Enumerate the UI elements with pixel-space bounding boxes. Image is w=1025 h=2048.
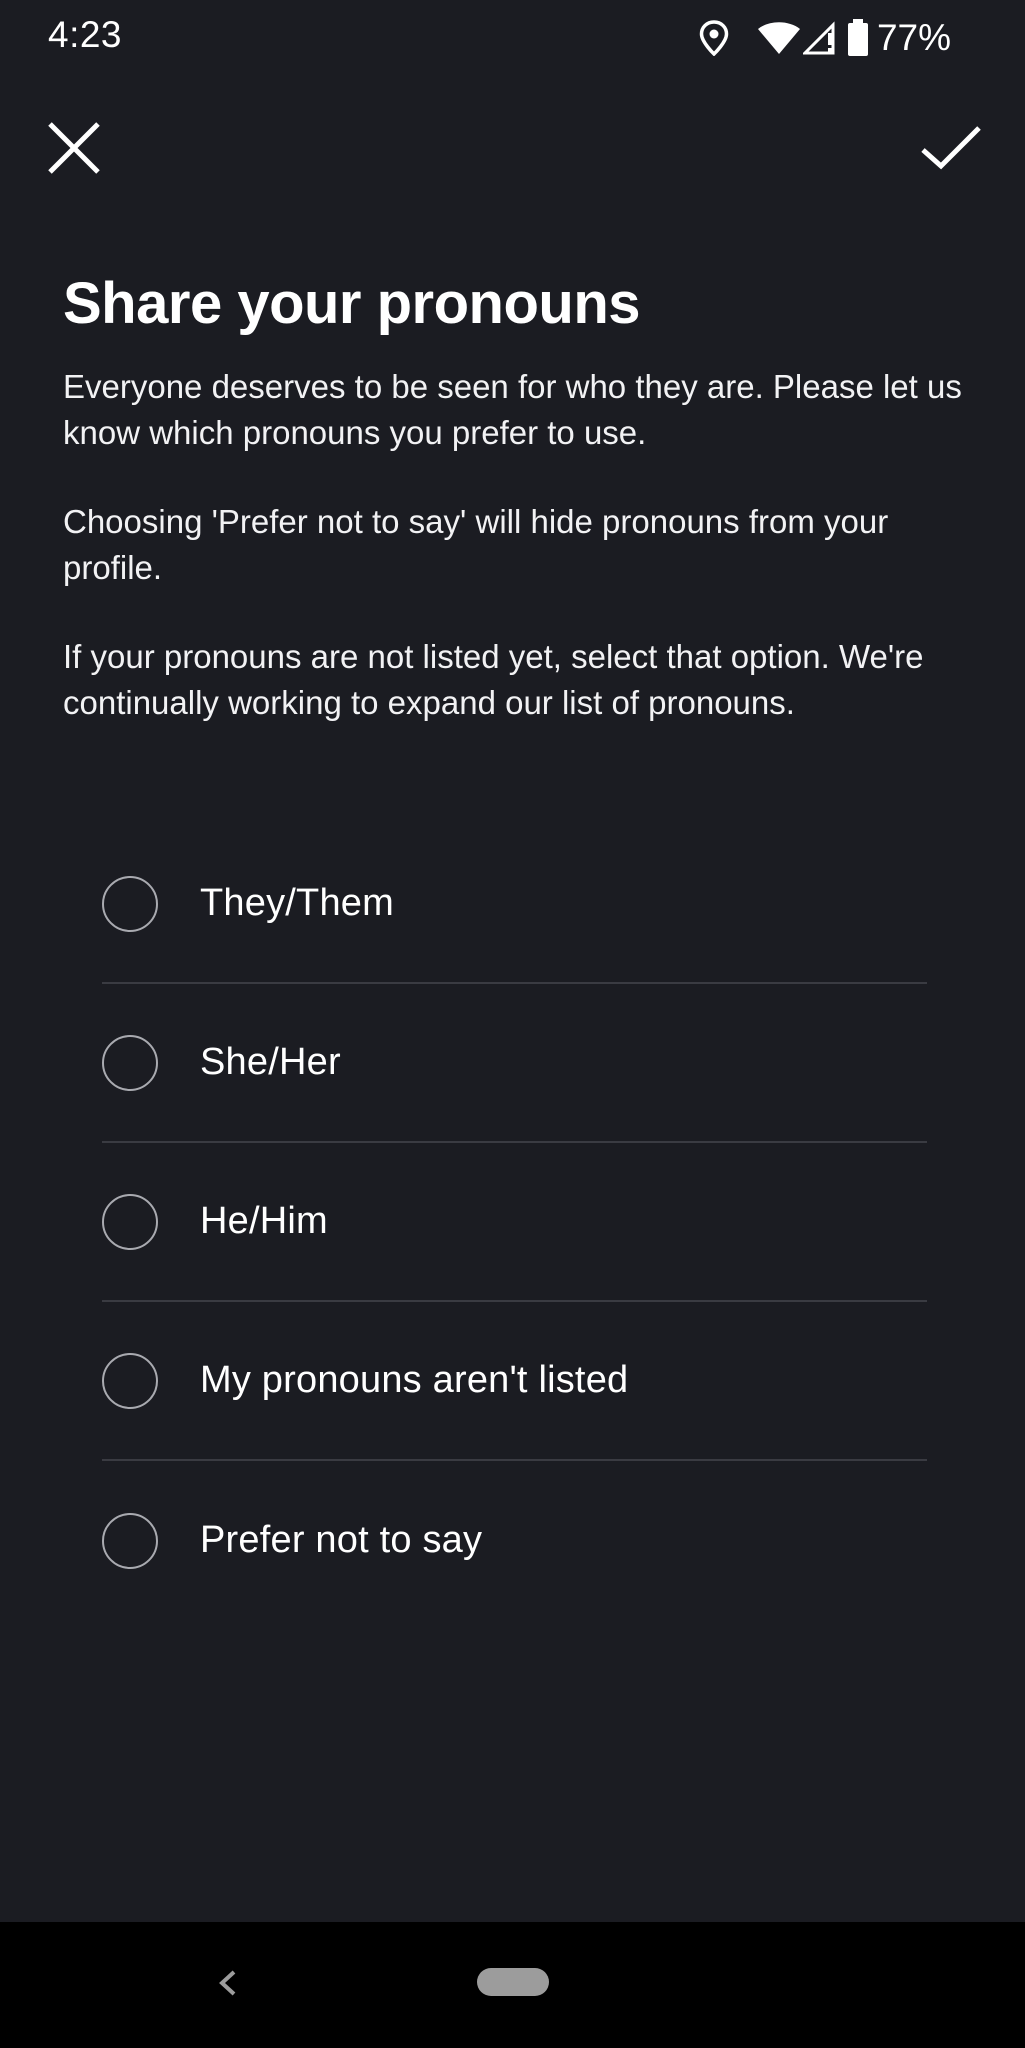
option-he-him[interactable]: He/Him	[102, 1143, 927, 1302]
radio-button[interactable]	[102, 1512, 158, 1569]
option-she-her[interactable]: She/Her	[102, 984, 927, 1143]
back-chevron-icon	[219, 1970, 236, 1996]
radio-button[interactable]	[102, 1352, 158, 1409]
back-button[interactable]	[214, 1958, 244, 2008]
prefer-not-paragraph: Choosing 'Prefer not to say' will hide p…	[63, 503, 889, 586]
option-label: She/Her	[200, 1041, 341, 1083]
option-label: He/Him	[200, 1200, 328, 1242]
radio-button[interactable]	[102, 875, 158, 932]
option-label: They/Them	[200, 882, 394, 924]
location-icon	[699, 20, 729, 56]
page-title: Share your pronouns	[63, 271, 641, 336]
status-time: 4:23	[48, 14, 123, 55]
status-bar: 4:23 77%	[0, 0, 1025, 76]
option-not-listed[interactable]: My pronouns aren't listed	[102, 1302, 927, 1461]
radio-button[interactable]	[102, 1193, 158, 1250]
option-they-them[interactable]: They/Them	[102, 825, 927, 984]
pronouns-screen: 4:23 77% Share your pronouns Everyone de…	[0, 0, 1025, 2048]
not-listed-paragraph: If your pronouns are not listed yet, sel…	[63, 638, 924, 721]
check-icon	[921, 126, 981, 170]
intro-paragraph: Everyone deserves to be seen for who the…	[63, 368, 962, 451]
battery-percent: 77%	[876, 17, 951, 58]
home-handle[interactable]	[477, 1968, 549, 1996]
close-icon	[48, 122, 100, 174]
navigation-bar	[0, 1922, 1025, 2048]
status-icons: 77%	[699, 16, 951, 60]
option-label: Prefer not to say	[200, 1519, 483, 1561]
option-prefer-not-to-say[interactable]: Prefer not to say	[102, 1461, 927, 1620]
option-label: My pronouns aren't listed	[200, 1359, 629, 1401]
battery-icon	[847, 19, 869, 57]
signal-icon	[802, 21, 837, 55]
pronoun-options: They/Them She/Her He/Him My pronouns are…	[102, 825, 927, 1620]
confirm-button[interactable]	[919, 118, 985, 178]
close-button[interactable]	[44, 118, 104, 178]
wifi-icon	[757, 21, 801, 55]
radio-button[interactable]	[102, 1034, 158, 1091]
